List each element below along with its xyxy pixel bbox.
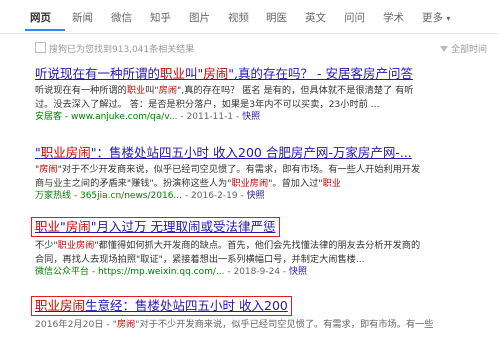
highlight-text: 职业 [322, 177, 341, 189]
result-snippet-line2: 过。没去深入了解过。 答：是否是积分落户，如果是3年内不可以买卖，23小时前 .… [35, 98, 380, 110]
result-date: - 2016-2-19 - [184, 191, 244, 201]
red-highlight-box: 职业房闹生意经：售楼处站四五小时 收入200 [31, 296, 292, 316]
info-icon [35, 42, 46, 53]
tab-video[interactable]: 视频 [228, 10, 249, 25]
tab-wechat[interactable]: 微信 [111, 10, 132, 25]
time-filter-label: 全部时间 [450, 45, 487, 55]
highlight-text: 职业房闹 [57, 240, 95, 251]
highlight-text: 房闹 [65, 219, 91, 234]
title-text: 生意经：售楼处站四五小时 收入200 [85, 298, 288, 313]
tab-academic[interactable]: 学术 [383, 10, 404, 25]
result-snippet-line2: 商与业主之间的矛盾来"赚钱"。扮演称这些人为"职业房闹"。曾加入过"职业 [35, 177, 490, 191]
search-result: "职业房闹"：售楼处站四五小时 收入200 合肥房产网-万家房产网-... "房… [35, 145, 490, 203]
result-snippet-line2: 合同，再找人去现场拍照"取证"，紧接着想出一系列横幅口号，并制定大闹售楼... [35, 253, 365, 265]
highlight-text: 职业 [160, 66, 186, 81]
chevron-down-icon: ▾ [446, 14, 451, 23]
result-snippet: 不少"职业房闹"都懂得如何抓大开发商的缺点。首先，他们会先找懂法律的朋友去分析开… [35, 239, 486, 253]
result-url[interactable]: 万家热线 - 365jia.cn/news/2016... [35, 191, 182, 201]
tab-zhihu[interactable]: 知乎 [150, 10, 171, 25]
result-date: - 2011-11-1 - [180, 112, 240, 122]
title-text: "：售楼处站四五小时 收入200 合肥房产网-万家房产网-... [90, 145, 412, 160]
result-snippet: 2016年2月20日 - "房闹"对于不少开发商来说，似乎已经司空见惯了。有需求… [31, 318, 486, 332]
title-text: 听说现在有一种所谓的 [35, 66, 161, 81]
result-snippet: "房闹"对于不少开发商来说，似乎已经司空见惯了。有需求，即有市场。有一些人开始利… [35, 163, 490, 177]
tab-mingyi[interactable]: 明医 [266, 10, 287, 25]
highlight-text: 房闹 [39, 164, 58, 175]
highlight-text: 职业房闹 [40, 145, 91, 160]
highlight-text: 职业房闹 [35, 298, 86, 313]
result-url[interactable]: 安居客 - www.anjuke.com/qa/v... [35, 112, 178, 122]
snippet-text: "对于不少开发商来说，似乎已经司空见惯了。有需求，即有市场。有一些人开始利用开发 [57, 164, 421, 175]
highlight-text: 职业房闹 [231, 177, 269, 189]
time-filter[interactable]: 全部时间 [439, 42, 487, 55]
result-url-line: 微信公众平台 - https://mp.weixin.qq.com/... - … [35, 266, 486, 279]
snippet-text: 2016年2月20日 - " [35, 319, 117, 330]
snippet-text: "对于不少开发商来说，似乎已经司空见惯了。有需求，即有市场。有一些 [135, 319, 434, 330]
active-tab-indicator [25, 29, 65, 31]
tab-news[interactable]: 新闻 [72, 10, 93, 25]
result-title-link[interactable]: 职业房闹生意经：售楼处站四五小时 收入200 [35, 298, 288, 314]
result-url[interactable]: 微信公众平台 - https://mp.weixin.qq.com/... [35, 267, 224, 277]
tab-english[interactable]: 英文 [305, 10, 326, 25]
snippet-text: 商与业主之间的矛盾来"赚钱"。扮演称这些人为" [35, 177, 232, 189]
tab-more[interactable]: 更多 ▾ [422, 10, 450, 25]
search-tabs: 网页 新闻 微信 知乎 图片 视频 明医 英文 问问 学术 更多 ▾ [0, 0, 499, 32]
snippet-text: 叫" [145, 85, 159, 96]
result-count: 搜狗已为您找到913,041条相关结果 [35, 42, 194, 55]
snippet-text: "。曾加入过" [268, 177, 323, 189]
highlight-text: 房闹 [116, 319, 136, 330]
snippet-text: ",真的存在吗？ 匿名 是有的，但具体就不是很清楚了 有听 [177, 85, 414, 96]
red-highlight-box: 职业"房闹"月入过万 无理取闹或受法律严惩 [31, 217, 280, 237]
result-title-link[interactable]: 职业"房闹"月入过万 无理取闹或受法律严惩 [35, 219, 276, 235]
nav-divider [0, 33, 499, 34]
search-result: 听说现在有一种所谓的职业叫"房闹",真的存在吗？ - 安居客房产问答 听说现在有… [35, 66, 490, 124]
tab-wenwen[interactable]: 问问 [344, 10, 365, 25]
result-url-line: 安居客 - www.anjuke.com/qa/v... - 2011-11-1… [35, 111, 490, 124]
result-date: - 2018-9-24 - [227, 267, 287, 277]
result-title-link[interactable]: "职业房闹"：售楼处站四五小时 收入200 合肥房产网-万家房产网-... [35, 145, 490, 161]
highlight-text: 职业 [35, 219, 61, 234]
snapshot-link[interactable]: 快照 [289, 267, 307, 277]
search-result: 职业"房闹"月入过万 无理取闹或受法律严惩 不少"职业房闹"都懂得如何抓大开发商… [31, 216, 486, 279]
highlight-text: 职业 [126, 85, 146, 96]
tab-images[interactable]: 图片 [189, 10, 210, 25]
title-text: ",真的存在吗？ - 安居客房产问答 [228, 66, 413, 81]
filter-icon [439, 46, 448, 52]
snapshot-link[interactable]: 快照 [247, 191, 265, 201]
snapshot-link[interactable]: 快照 [242, 112, 260, 122]
result-snippet: 听说现在有一种所谓的职业叫"房闹",真的存在吗？ 匿名 是有的，但具体就不是很清… [35, 84, 490, 98]
result-title-link[interactable]: 听说现在有一种所谓的职业叫"房闹",真的存在吗？ - 安居客房产问答 [35, 66, 490, 82]
title-text: "月入过万 无理取闹或受法律严惩 [90, 219, 276, 234]
result-url-line: 万家热线 - 365jia.cn/news/2016... - 2016-2-1… [35, 190, 490, 203]
snippet-text: 听说现在有一种所谓的 [35, 85, 127, 96]
title-text: 叫" [185, 66, 204, 81]
result-count-text: 搜狗已为您找到913,041条相关结果 [49, 45, 195, 55]
highlight-text: 房闹 [158, 85, 178, 96]
snippet-text: "都懂得如何抓大开发商的缺点。首先，他们会先找懂法律的朋友去分析开发商的 [94, 240, 421, 251]
tab-web[interactable]: 网页 [30, 10, 51, 25]
snippet-text: 不少" [35, 240, 58, 251]
tab-more-label: 更多 [422, 12, 443, 24]
search-result: 职业房闹生意经：售楼处站四五小时 收入200 2016年2月20日 - "房闹"… [31, 295, 486, 332]
highlight-text: 房闹 [203, 66, 229, 81]
